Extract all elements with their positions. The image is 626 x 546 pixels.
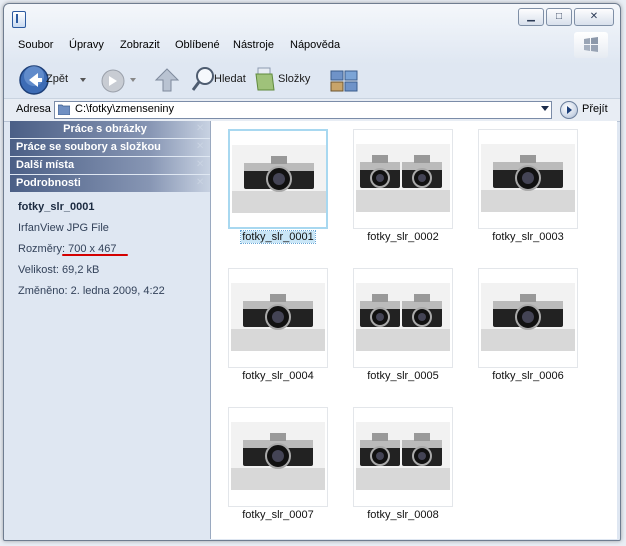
search-button[interactable]: Hledat — [191, 64, 246, 94]
photo-thumbnail-image — [356, 422, 450, 490]
thumbnail-filename: fotky_slr_0001 — [240, 230, 316, 244]
title-bar[interactable]: ▁ □ ✕ — [4, 4, 620, 32]
thumbnail-item[interactable] — [228, 129, 328, 229]
collapse-chevron-icon[interactable]: ✕ — [196, 178, 206, 188]
menu-upravy[interactable]: Úpravy — [69, 39, 104, 51]
folder-app-icon — [12, 11, 26, 28]
thumbnail-item[interactable] — [478, 129, 578, 229]
menu-napoveda[interactable]: Nápověda — [290, 39, 340, 51]
photo-thumbnail-image — [356, 144, 450, 212]
back-label: Zpět — [46, 73, 69, 85]
address-bar: Adresa C:\fotky\zmenseniny Přejít — [4, 98, 620, 122]
pane-header-pictures[interactable]: Práce s obrázky ✕ — [10, 121, 210, 138]
photo-thumbnail-image — [481, 283, 575, 351]
window-controls: ▁ □ ✕ — [518, 8, 614, 26]
thumbnail-item[interactable] — [353, 407, 453, 507]
thumbnail-caption[interactable]: fotky_slr_0005 — [343, 370, 463, 382]
search-label: Hledat — [214, 73, 246, 85]
red-underline-annotation — [62, 254, 128, 256]
detail-modified: Změněno: 2. ledna 2009, 4:22 — [18, 285, 165, 297]
maximize-button[interactable]: □ — [546, 8, 572, 26]
thumbnail-filename: fotky_slr_0006 — [492, 370, 564, 382]
forward-arrow-icon — [101, 69, 125, 93]
photo-thumbnail-image — [231, 283, 325, 351]
thumbnail-item[interactable] — [353, 268, 453, 368]
menu-oblibene[interactable]: Oblíbené — [175, 39, 220, 51]
thumbnail-filename: fotky_slr_0008 — [367, 509, 439, 521]
thumbnail-view: fotky_slr_0001 fotky_slr_0002 fotky_slr_00… — [211, 121, 617, 539]
folders-button[interactable]: Složky — [254, 64, 314, 94]
thumbnail-caption[interactable]: fotky_slr_0003 — [468, 231, 588, 243]
up-button[interactable] — [154, 66, 180, 94]
menu-soubor[interactable]: Soubor — [18, 39, 53, 51]
thumbnail-item[interactable] — [353, 129, 453, 229]
thumbnail-item[interactable] — [228, 407, 328, 507]
photo-thumbnail-image — [356, 283, 450, 351]
explorer-window: ▁ □ ✕ Soubor Úpravy Zobrazit Oblíbené Ná… — [3, 3, 621, 541]
collapse-chevron-icon[interactable]: ✕ — [196, 124, 206, 134]
thumbnail-caption[interactable]: fotky_slr_0002 — [343, 231, 463, 243]
menu-zobrazit[interactable]: Zobrazit — [120, 39, 160, 51]
views-icon — [330, 70, 358, 92]
details-panel: fotky_slr_0001 IrfanView JPG File Rozměr… — [10, 193, 210, 312]
thumbnail-caption[interactable]: fotky_slr_0008 — [343, 509, 463, 521]
forward-button[interactable] — [100, 68, 136, 94]
address-dropdown-icon[interactable] — [541, 106, 549, 111]
thumbnail-item[interactable] — [478, 268, 578, 368]
views-button[interactable] — [330, 70, 362, 94]
address-input[interactable]: C:\fotky\zmenseniny — [54, 101, 552, 119]
thumbnail-filename: fotky_slr_0007 — [242, 509, 314, 521]
pane-header-details[interactable]: Podrobnosti ✕ — [10, 175, 210, 192]
thumbnail-caption[interactable]: fotky_slr_0006 — [468, 370, 588, 382]
pane-header-files[interactable]: Práce se soubory a složkou ✕ — [10, 139, 210, 156]
close-button[interactable]: ✕ — [574, 8, 614, 26]
minimize-button[interactable]: ▁ — [518, 8, 544, 26]
up-arrow-icon — [154, 68, 180, 92]
thumbnail-caption[interactable]: fotky_slr_0001 — [218, 230, 338, 244]
address-label: Adresa — [16, 103, 51, 115]
collapse-chevron-icon[interactable]: ✕ — [196, 142, 206, 152]
photo-thumbnail-image — [232, 145, 326, 213]
task-pane: Práce s obrázky ✕ Práce se soubory a slož… — [10, 121, 211, 539]
folder-icon — [58, 104, 70, 115]
photo-thumbnail-image — [231, 422, 325, 490]
thumbnail-filename: fotky_slr_0002 — [367, 231, 439, 243]
back-dropdown-icon[interactable] — [80, 78, 86, 82]
detail-size: Velikost: 69,2 kB — [18, 264, 100, 276]
menu-nastroje[interactable]: Nástroje — [233, 39, 274, 51]
forward-dropdown-icon[interactable] — [130, 78, 136, 82]
folders-icon — [255, 67, 275, 91]
toolbar: Zpět Hledat Složky — [4, 60, 620, 98]
address-value: C:\fotky\zmenseniny — [75, 103, 175, 115]
detail-filename: fotky_slr_0001 — [18, 201, 95, 213]
windows-logo-icon — [574, 32, 608, 58]
thumbnail-filename: fotky_slr_0005 — [367, 370, 439, 382]
detail-type: IrfanView JPG File — [18, 222, 109, 234]
pane-header-places[interactable]: Další místa ✕ — [10, 157, 210, 174]
go-button-icon[interactable] — [560, 101, 578, 119]
go-label[interactable]: Přejít — [582, 103, 608, 115]
back-button[interactable]: Zpět — [18, 64, 93, 95]
thumbnail-caption[interactable]: fotky_slr_0007 — [218, 509, 338, 521]
menu-bar: Soubor Úpravy Zobrazit Oblíbené Nástroje… — [4, 34, 620, 56]
photo-thumbnail-image — [481, 144, 575, 212]
thumbnail-caption[interactable]: fotky_slr_0004 — [218, 370, 338, 382]
thumbnail-item[interactable] — [228, 268, 328, 368]
collapse-chevron-icon[interactable]: ✕ — [196, 160, 206, 170]
folders-label: Složky — [278, 73, 311, 85]
thumbnail-filename: fotky_slr_0004 — [242, 370, 314, 382]
thumbnail-filename: fotky_slr_0003 — [492, 231, 564, 243]
